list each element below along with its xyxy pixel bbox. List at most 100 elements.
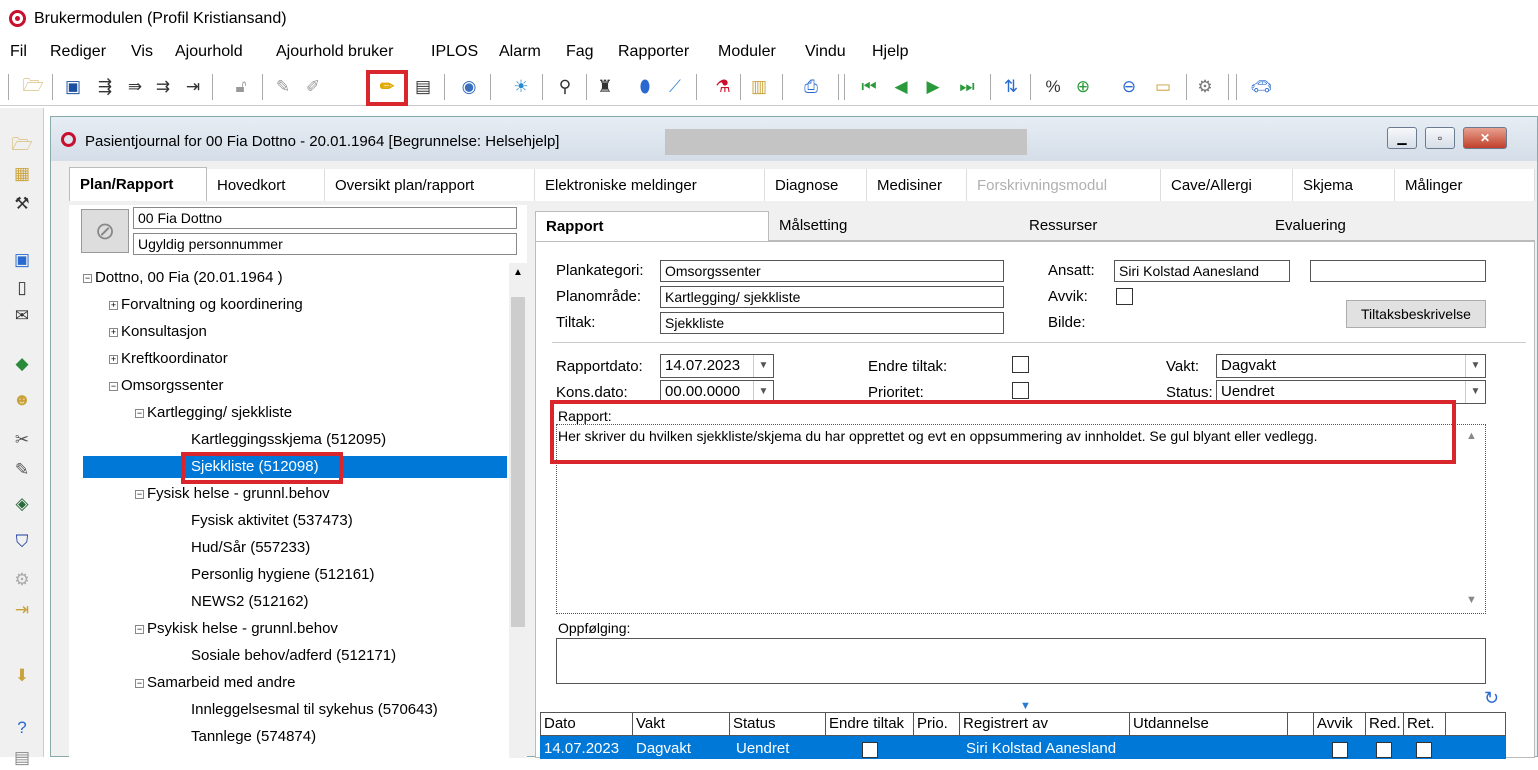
microscope-icon[interactable]: ⚗ <box>710 74 736 100</box>
rapportdato-picker[interactable]: 14.07.2023 ▼ <box>660 354 774 378</box>
close-button[interactable]: ✕ <box>1463 127 1507 149</box>
lightbulb-icon[interactable]: ☀ <box>508 74 534 100</box>
binoculars-icon[interactable]: ♜ <box>592 74 618 100</box>
help-icon[interactable]: ? <box>10 716 34 740</box>
ruler-icon[interactable]: ▭ <box>1150 74 1176 100</box>
collapse-icon[interactable]: − <box>109 381 118 391</box>
subtab-malsetting[interactable]: Målsetting <box>769 211 1019 241</box>
menu-rapporter[interactable]: Rapporter <box>618 43 689 61</box>
tree-node[interactable]: − Dottno, 00 Fia (20.01.1964 ) <box>83 267 283 289</box>
last-icon[interactable]: ⏭ <box>954 74 980 100</box>
tree-node[interactable]: Hud/Sår (557233) <box>191 537 310 559</box>
open-folder-icon[interactable]: 🗁 <box>20 74 46 100</box>
calendar-icon[interactable]: ▦ <box>10 162 34 186</box>
textarea-scroll-up-icon[interactable]: ▲ <box>1466 430 1477 442</box>
endre-tiltak-checkbox[interactable] <box>1012 356 1029 373</box>
tree-node[interactable]: − Psykisk helse - grunnl.behov <box>135 618 338 640</box>
stack-icon[interactable]: ◈ <box>10 492 34 516</box>
tree-node[interactable]: Fysisk aktivitet (537473) <box>191 510 353 532</box>
tree-expand-icon[interactable]: ⇶ <box>92 74 118 100</box>
expand-icon[interactable]: + <box>109 327 118 337</box>
col-dato[interactable]: Dato <box>540 712 633 736</box>
exit-icon[interactable]: ⇥ <box>10 598 34 622</box>
tree-node[interactable]: − Omsorgssenter <box>109 375 224 397</box>
first-icon[interactable]: ⏮ <box>856 74 882 100</box>
zoom-out-icon[interactable]: ⊖ <box>1116 74 1142 100</box>
prioritet-checkbox[interactable] <box>1012 382 1029 399</box>
tree-scroll-thumb[interactable] <box>511 297 525 627</box>
tree-node[interactable]: − Samarbeid med andre <box>135 672 295 694</box>
row-endre-checkbox[interactable] <box>862 742 878 758</box>
subtab-evaluering[interactable]: Evaluering <box>1265 211 1535 241</box>
users-icon[interactable]: ☻ <box>10 388 34 412</box>
col-blank[interactable] <box>1288 712 1314 736</box>
gear-icon[interactable]: ⚙ <box>10 568 34 592</box>
tree-node[interactable]: + Forvaltning og koordinering <box>109 294 303 316</box>
search-icon[interactable]: ⚲ <box>552 74 578 100</box>
menu-ajourhold-bruker[interactable]: Ajourhold bruker <box>276 43 393 61</box>
pens-icon[interactable]: ✐ <box>300 74 326 100</box>
splitter-arrow-icon[interactable]: ▼ <box>1020 700 1031 712</box>
col-prio[interactable]: Prio. <box>914 712 960 736</box>
menu-moduler[interactable]: Moduler <box>718 43 776 61</box>
collapse-icon[interactable]: − <box>135 678 144 688</box>
pen-icon[interactable]: ✎ <box>270 74 296 100</box>
syringe-icon[interactable]: ⟋ <box>662 74 688 100</box>
tree-node[interactable]: − Kartlegging/ sjekkliste <box>135 402 292 424</box>
mail-icon[interactable]: ✉ <box>10 304 34 328</box>
tree-node[interactable]: + Konsultasjon <box>109 321 207 343</box>
collapse-icon[interactable]: − <box>135 624 144 634</box>
col-utdannelse[interactable]: Utdannelse <box>1130 712 1288 736</box>
hammer-icon[interactable]: ⚒ <box>10 192 34 216</box>
tree-collapse-icon[interactable]: ⇉ <box>150 74 176 100</box>
tab-elektroniske-meldinger[interactable]: Elektroniske meldinger <box>535 169 765 201</box>
vakt-select[interactable]: Dagvakt ▼ <box>1216 354 1486 378</box>
collapse-icon[interactable]: − <box>135 408 144 418</box>
menu-alarm[interactable]: Alarm <box>499 43 541 61</box>
download-icon[interactable]: ⬇ <box>10 664 34 688</box>
shield-icon[interactable]: ⛉ <box>10 530 34 554</box>
prev-icon[interactable]: ◀ <box>888 74 914 100</box>
pill-icon[interactable]: ⬮ <box>632 74 658 100</box>
tree-next-icon[interactable]: ⇛ <box>122 74 148 100</box>
col-avvik[interactable]: Avvik <box>1314 712 1366 736</box>
save-icon[interactable]: ▣ <box>60 74 86 100</box>
collapse-icon[interactable]: − <box>83 273 92 283</box>
menu-vindu[interactable]: Vindu <box>805 43 846 61</box>
edit-icon[interactable]: ✎ <box>10 458 34 482</box>
book-icon[interactable]: ◆ <box>10 352 34 376</box>
row-red-checkbox[interactable] <box>1376 742 1392 758</box>
car-icon[interactable]: 🚗︎ <box>1248 74 1274 100</box>
col-red[interactable]: Red. <box>1366 712 1404 736</box>
col-endre-tiltak[interactable]: Endre tiltak <box>826 712 914 736</box>
notes-icon[interactable]: ▥ <box>746 74 772 100</box>
form-icon[interactable]: ▤ <box>410 74 436 100</box>
sort-icon[interactable]: ⇅ <box>998 74 1024 100</box>
avvik-checkbox[interactable] <box>1116 288 1133 305</box>
attach-icon[interactable]: ◉ <box>456 74 482 100</box>
col-status[interactable]: Status <box>730 712 826 736</box>
menu-fag[interactable]: Fag <box>566 43 594 61</box>
tree-move-icon[interactable]: ⇥ <box>180 74 206 100</box>
tree-node[interactable]: Tannlege (574874) <box>191 726 316 748</box>
tree-node[interactable]: NEWS2 (512162) <box>191 591 309 613</box>
refresh-icon[interactable]: ↻ <box>1484 688 1499 709</box>
tab-medisiner[interactable]: Medisiner <box>867 169 967 201</box>
maximize-button[interactable]: ▫ <box>1425 127 1455 149</box>
menu-hjelp[interactable]: Hjelp <box>872 43 908 61</box>
subtab-ressurser[interactable]: Ressurser <box>1019 211 1265 241</box>
menu-ajourhold[interactable]: Ajourhold <box>175 43 243 61</box>
percent-icon[interactable]: % <box>1040 74 1066 100</box>
table-row[interactable]: 14.07.2023 Dagvakt Uendret Siri Kolstad … <box>540 736 1506 759</box>
document-icon[interactable]: ▣ <box>10 248 34 272</box>
tab-skjema[interactable]: Skjema <box>1293 169 1395 201</box>
tools-icon[interactable]: ⚙ <box>1192 74 1218 100</box>
tree-node[interactable]: Kartleggingsskjema (512095) <box>191 429 386 451</box>
planomrade-field[interactable]: Kartlegging/ sjekkliste <box>660 286 1004 308</box>
textarea-scroll-down-icon[interactable]: ▼ <box>1466 594 1477 606</box>
yellow-pencil-icon[interactable]: ✏ <box>374 74 400 100</box>
col-ret[interactable]: Ret. <box>1404 712 1446 736</box>
zoom-in-icon[interactable]: ⊕ <box>1070 74 1096 100</box>
tab-malinger[interactable]: Målinger <box>1395 169 1535 201</box>
clipboard-icon[interactable]: ▯ <box>10 276 34 300</box>
